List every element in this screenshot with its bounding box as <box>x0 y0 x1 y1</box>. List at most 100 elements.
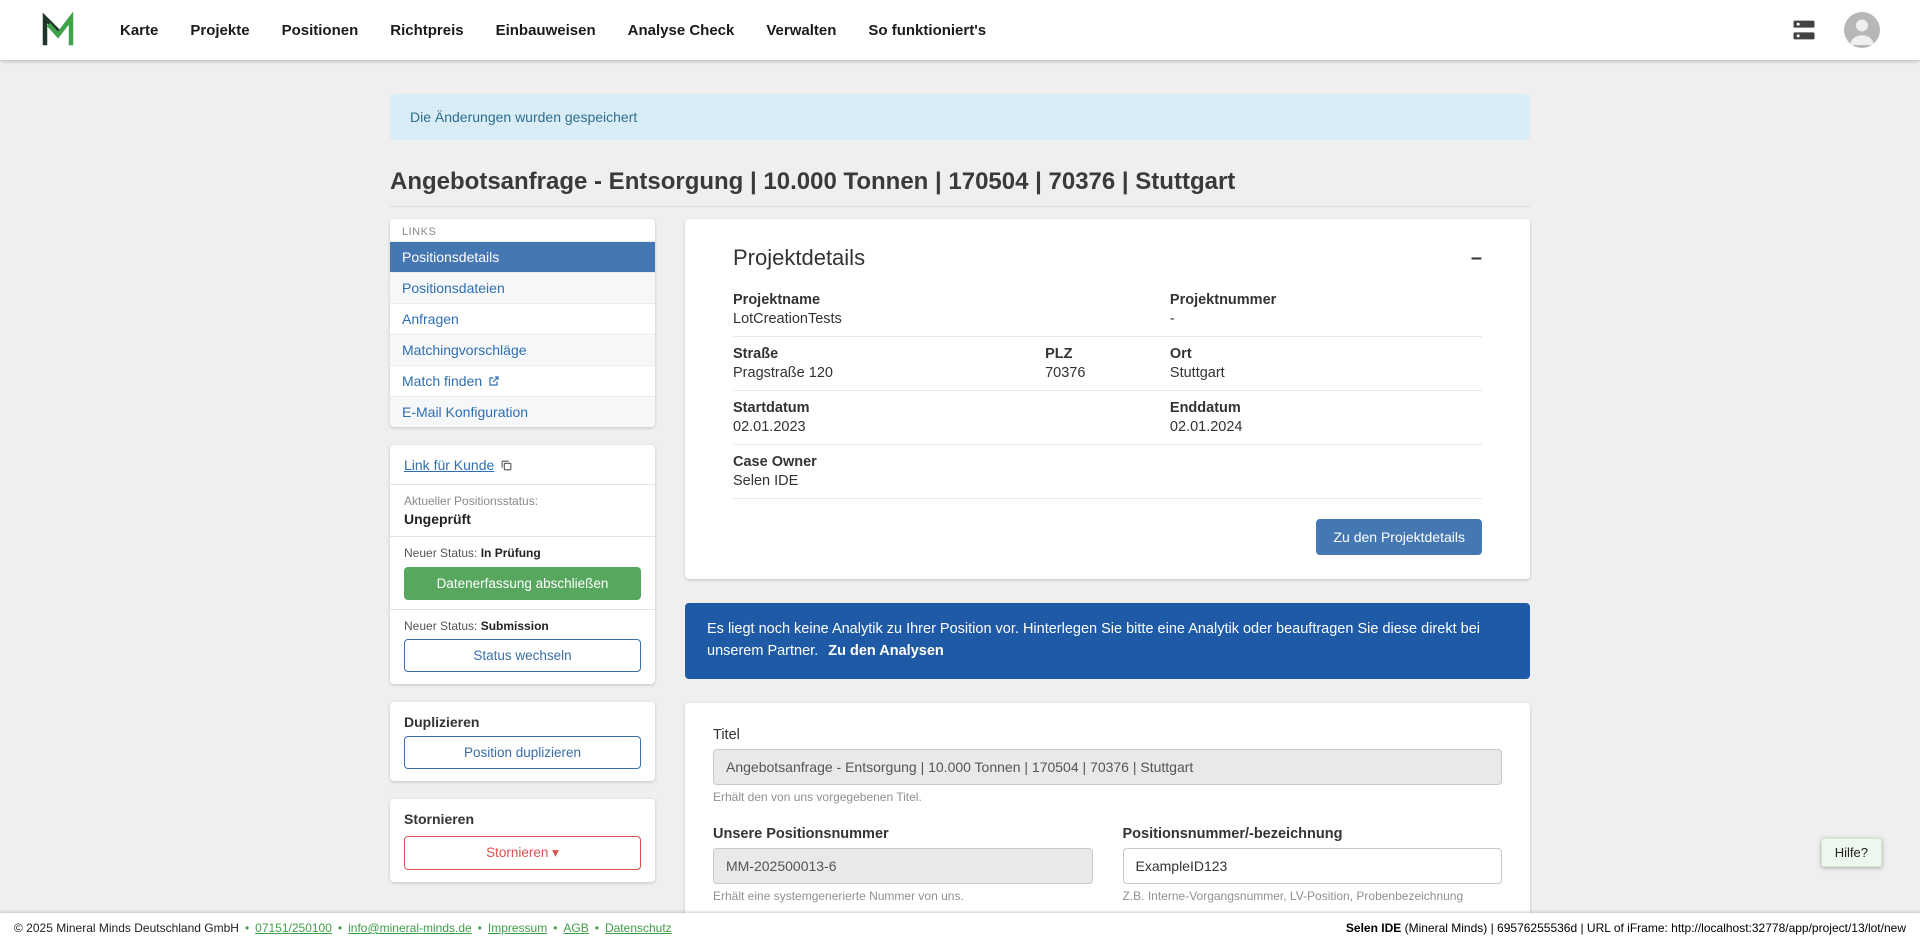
new-status-submission-line: Neuer Status: Submission <box>404 619 641 633</box>
case-owner-value: Selen IDE <box>733 473 1482 489</box>
nav-right-actions <box>1790 12 1880 48</box>
current-status-value: Ungeprüft <box>404 511 641 527</box>
to-project-details-button[interactable]: Zu den Projektdetails <box>1316 519 1482 555</box>
project-row-address: Straße Pragstraße 120 PLZ 70376 Ort Stut… <box>733 337 1482 391</box>
enddatum-value: 02.01.2024 <box>1170 419 1482 435</box>
bullet-separator: • <box>245 921 249 935</box>
sidebar-item-label: Match finden <box>402 373 482 389</box>
divider <box>390 484 655 485</box>
titel-help-text: Erhält den von uns vorgegebenen Titel. <box>713 790 1502 804</box>
sidebar: LINKS Positionsdetails Positionsdateien … <box>390 219 655 882</box>
footer-agb-link[interactable]: AGB <box>563 921 588 935</box>
nav-item-karte[interactable]: Karte <box>120 22 158 39</box>
footer-phone-link[interactable]: 07151/250100 <box>255 921 332 935</box>
startdatum-value: 02.01.2023 <box>733 419 1170 435</box>
ort-value: Stuttgart <box>1170 365 1482 381</box>
startdatum-label: Startdatum <box>733 400 1170 416</box>
analytics-banner: Es liegt noch keine Analytik zu Ihrer Po… <box>685 603 1530 679</box>
enddatum-label: Enddatum <box>1170 400 1482 416</box>
logo-icon <box>40 12 76 48</box>
top-navigation-bar: Karte Projekte Positionen Richtpreis Ein… <box>0 0 1920 60</box>
plz-value: 70376 <box>1045 365 1170 381</box>
sidebar-item-positionsdetails[interactable]: Positionsdetails <box>390 241 655 272</box>
footer-datenschutz-link[interactable]: Datenschutz <box>605 921 672 935</box>
links-header: LINKS <box>390 219 655 241</box>
bullet-separator: • <box>338 921 342 935</box>
nav-item-analyse-check[interactable]: Analyse Check <box>628 22 735 39</box>
bullet-separator: • <box>553 921 557 935</box>
titel-label: Titel <box>713 727 1502 743</box>
copyright-text: © 2025 Mineral Minds Deutschland GmbH <box>14 921 239 935</box>
position-number-label: Positionsnummer/-bezeichnung <box>1123 826 1503 842</box>
project-details-heading: Projektdetails <box>733 245 865 271</box>
save-success-alert: Die Änderungen wurden gespeichert <box>390 94 1530 140</box>
duplicate-heading: Duplizieren <box>404 714 641 730</box>
bullet-separator: • <box>595 921 599 935</box>
divider <box>390 609 655 610</box>
bullet-separator: • <box>478 921 482 935</box>
complete-data-entry-button[interactable]: Datenerfassung abschließen <box>404 567 641 600</box>
position-number-help: Z.B. Interne-Vorgangsnummer, LV-Position… <box>1123 889 1503 903</box>
new-status-review-value: In Prüfung <box>481 546 541 560</box>
duplicate-card: Duplizieren Position duplizieren <box>390 702 655 781</box>
footer-email-link[interactable]: info@mineral-minds.de <box>348 921 472 935</box>
to-analyses-link[interactable]: Zu den Analysen <box>828 643 943 659</box>
help-button[interactable]: Hilfe? <box>1821 838 1882 867</box>
session-info: Selen IDE (Mineral Minds) | 69576255536d… <box>1346 921 1906 935</box>
customer-link[interactable]: Link für Kunde <box>404 457 513 473</box>
projektnummer-value: - <box>1170 311 1482 327</box>
footer-left: © 2025 Mineral Minds Deutschland GmbH • … <box>14 921 672 935</box>
user-avatar[interactable] <box>1844 12 1880 48</box>
case-owner-label: Case Owner <box>733 454 1482 470</box>
copy-icon <box>500 459 513 472</box>
switch-status-button[interactable]: Status wechseln <box>404 639 641 672</box>
server-icon[interactable] <box>1790 16 1818 44</box>
project-row-dates: Startdatum 02.01.2023 Enddatum 02.01.202… <box>733 391 1482 445</box>
title-divider <box>390 206 1530 207</box>
position-number-input[interactable] <box>1123 848 1503 884</box>
cancel-button-label: Stornieren <box>486 845 548 860</box>
nav-item-verwalten[interactable]: Verwalten <box>766 22 836 39</box>
project-row-owner: Case Owner Selen IDE <box>733 445 1482 499</box>
current-status-label: Aktueller Positionsstatus: <box>404 494 641 508</box>
mineral-minds-logo[interactable] <box>40 12 76 48</box>
analytics-banner-text: Es liegt noch keine Analytik zu Ihrer Po… <box>707 621 1480 659</box>
page-content: Die Änderungen wurden gespeichert Angebo… <box>0 94 1920 931</box>
external-link-icon <box>488 375 500 387</box>
main-nav: Karte Projekte Positionen Richtpreis Ein… <box>120 22 986 39</box>
main-column: Projektdetails – Projektname LotCreation… <box>685 219 1530 931</box>
nav-item-richtpreis[interactable]: Richtpreis <box>390 22 463 39</box>
nav-item-einbauweisen[interactable]: Einbauweisen <box>496 22 596 39</box>
cancel-dropdown-button[interactable]: Stornieren ▾ <box>404 836 641 870</box>
status-card: Link für Kunde Aktueller Positionsstatus… <box>390 445 655 684</box>
strasse-value: Pragstraße 120 <box>733 365 1045 381</box>
sidebar-item-match-finden[interactable]: Match finden <box>390 365 655 396</box>
new-status-prefix: Neuer Status: <box>404 546 477 560</box>
customer-link-label: Link für Kunde <box>404 457 494 473</box>
plz-label: PLZ <box>1045 346 1170 362</box>
new-status-review-line: Neuer Status: In Prüfung <box>404 546 641 560</box>
new-status-submission-value: Submission <box>481 619 549 633</box>
page-title: Angebotsanfrage - Entsorgung | 10.000 To… <box>390 168 1530 196</box>
position-form-card: Titel Erhält den von uns vorgegebenen Ti… <box>685 703 1530 931</box>
sidebar-item-matchingvorschlaege[interactable]: Matchingvorschläge <box>390 334 655 365</box>
cancel-card: Stornieren Stornieren ▾ <box>390 799 655 882</box>
sidebar-links-card: LINKS Positionsdetails Positionsdateien … <box>390 219 655 427</box>
sidebar-item-anfragen[interactable]: Anfragen <box>390 303 655 334</box>
titel-input <box>713 749 1502 785</box>
person-icon <box>1844 12 1880 48</box>
sidebar-item-email-konfiguration[interactable]: E-Mail Konfiguration <box>390 396 655 427</box>
nav-item-positionen[interactable]: Positionen <box>282 22 359 39</box>
projektnummer-label: Projektnummer <box>1170 292 1482 308</box>
footer-impressum-link[interactable]: Impressum <box>488 921 547 935</box>
duplicate-position-button[interactable]: Position duplizieren <box>404 736 641 769</box>
nav-item-projekte[interactable]: Projekte <box>190 22 249 39</box>
footer: © 2025 Mineral Minds Deutschland GmbH • … <box>0 913 1920 943</box>
collapse-icon[interactable]: – <box>1471 248 1482 268</box>
project-row-name: Projektname LotCreationTests Projektnumm… <box>733 283 1482 337</box>
our-position-number-input <box>713 848 1093 884</box>
projektname-label: Projektname <box>733 292 1170 308</box>
our-position-number-label: Unsere Positionsnummer <box>713 826 1093 842</box>
sidebar-item-positionsdateien[interactable]: Positionsdateien <box>390 272 655 303</box>
nav-item-so-funktionierts[interactable]: So funktioniert's <box>868 22 986 39</box>
